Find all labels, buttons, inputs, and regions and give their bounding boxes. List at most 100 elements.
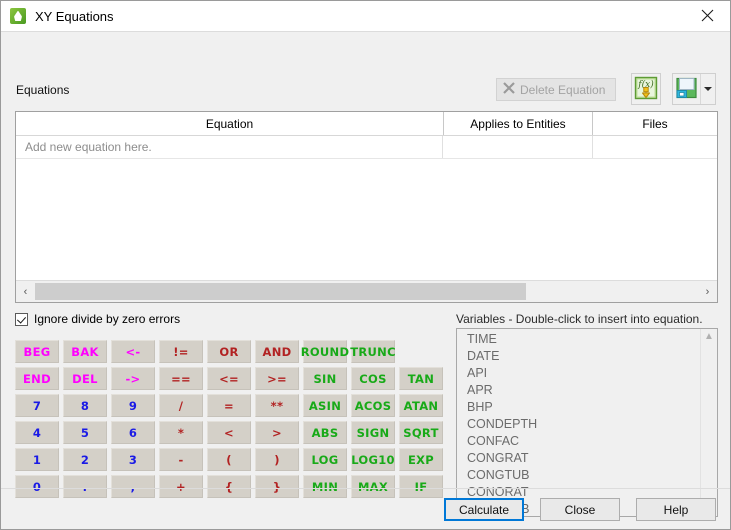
keypad-key-[interactable]: ) (255, 448, 299, 471)
keypad-key-[interactable]: <= (207, 367, 251, 390)
keypad-key-[interactable]: > (255, 421, 299, 444)
variable-list-item[interactable]: CONGTUB (457, 467, 700, 484)
keypad-key-and[interactable]: AND (255, 340, 299, 363)
variable-list-item[interactable]: API (457, 365, 700, 382)
variable-list-item[interactable]: BHP (457, 399, 700, 416)
keypad-key-log10[interactable]: LOG10 (351, 448, 395, 471)
variables-label: Variables - Double-click to insert into … (456, 312, 703, 326)
keypad-key-[interactable]: - (159, 448, 203, 471)
keypad-key-trunc[interactable]: TRUNC (351, 340, 395, 363)
keypad-key-sign[interactable]: SIGN (351, 421, 395, 444)
keypad-key-[interactable]: / (159, 394, 203, 417)
calculate-button[interactable]: Calculate (444, 498, 524, 521)
save-button-group (672, 73, 716, 105)
equation-keypad: BEGBAK<-!=ORANDROUNDTRUNCENDDEL->==<=>=S… (15, 340, 443, 498)
delete-equation-button[interactable]: Delete Equation (496, 78, 616, 101)
column-header-applies-to-entities[interactable]: Applies to Entities (444, 112, 593, 135)
checkbox-box[interactable] (15, 313, 28, 326)
keypad-key-sqrt[interactable]: SQRT (399, 421, 443, 444)
keypad-key-cos[interactable]: COS (351, 367, 395, 390)
grid-body (16, 159, 717, 282)
keypad-key-asin[interactable]: ASIN (303, 394, 347, 417)
variable-list-item[interactable]: CONDEPTH (457, 416, 700, 433)
variable-list-item[interactable]: DATE (457, 348, 700, 365)
new-equation-placeholder-cell[interactable]: Add new equation here. (16, 136, 443, 158)
grid-horizontal-scrollbar[interactable]: ‹ › (16, 280, 717, 302)
keypad-key-[interactable]: >= (255, 367, 299, 390)
keypad-key-[interactable]: . (63, 475, 107, 498)
keypad-key-or[interactable]: OR (207, 340, 251, 363)
footer-buttons: Calculate Close Help (1, 498, 730, 521)
keypad-key-9[interactable]: 9 (111, 394, 155, 417)
column-header-equation[interactable]: Equation (16, 112, 444, 135)
save-button[interactable] (673, 74, 700, 104)
keypad-key-bak[interactable]: BAK (63, 340, 107, 363)
delete-equation-label: Delete Equation (520, 83, 605, 97)
keypad-key-atan[interactable]: ATAN (399, 394, 443, 417)
keypad-key-[interactable]: } (255, 475, 299, 498)
footer-divider (1, 488, 730, 489)
keypad-key-abs[interactable]: ABS (303, 421, 347, 444)
keypad-key-0[interactable]: 0 (15, 475, 59, 498)
keypad-key-5[interactable]: 5 (63, 421, 107, 444)
scroll-right-icon[interactable]: › (698, 281, 717, 302)
ignore-divide-by-zero-checkbox[interactable]: Ignore divide by zero errors (15, 312, 180, 326)
keypad-key-[interactable]: { (207, 475, 251, 498)
variable-list-item[interactable]: TIME (457, 331, 700, 348)
scroll-left-icon[interactable]: ‹ (16, 281, 35, 302)
equations-grid: Equation Applies to Entities Files Add n… (15, 111, 718, 303)
new-equation-entities-cell[interactable] (443, 136, 593, 158)
keypad-key-6[interactable]: 6 (111, 421, 155, 444)
import-function-icon: f(x) (634, 76, 658, 103)
keypad-key-7[interactable]: 7 (15, 394, 59, 417)
keypad-key-[interactable]: -> (111, 367, 155, 390)
keypad-key-[interactable]: = (207, 394, 251, 417)
chevron-down-icon (704, 87, 712, 91)
keypad-key-if[interactable]: IF (399, 475, 443, 498)
keypad-key-[interactable]: ** (255, 394, 299, 417)
keypad-key-3[interactable]: 3 (111, 448, 155, 471)
client-area: Equations Delete Equation f(x) (1, 31, 730, 529)
grid-hscroll-thumb[interactable] (35, 283, 526, 300)
keypad-key-[interactable]: != (159, 340, 203, 363)
keypad-key-[interactable]: <- (111, 340, 155, 363)
keypad-key-log[interactable]: LOG (303, 448, 347, 471)
keypad-key-min[interactable]: MIN (303, 475, 347, 498)
keypad-key-exp[interactable]: EXP (399, 448, 443, 471)
close-icon[interactable] (685, 1, 730, 30)
keypad-key-sin[interactable]: SIN (303, 367, 347, 390)
variable-list-item[interactable]: CONGRAT (457, 450, 700, 467)
keypad-key-[interactable]: ( (207, 448, 251, 471)
keypad-key-beg[interactable]: BEG (15, 340, 59, 363)
keypad-key-tan[interactable]: TAN (399, 367, 443, 390)
new-equation-files-cell[interactable] (593, 136, 717, 158)
keypad-key-blank (399, 340, 443, 363)
keypad-key-4[interactable]: 4 (15, 421, 59, 444)
keypad-key-[interactable]: < (207, 421, 251, 444)
keypad-key-del[interactable]: DEL (63, 367, 107, 390)
variable-list-item[interactable]: CONFAC (457, 433, 700, 450)
keypad-key-round[interactable]: ROUND (303, 340, 347, 363)
import-function-button[interactable]: f(x) (631, 73, 661, 105)
keypad-key-[interactable]: + (159, 475, 203, 498)
window-title: XY Equations (35, 9, 114, 24)
save-dropdown-button[interactable] (700, 74, 715, 104)
keypad-key-[interactable]: , (111, 475, 155, 498)
keypad-key-end[interactable]: END (15, 367, 59, 390)
title-bar: XY Equations (1, 1, 730, 31)
grid-hscroll-track[interactable] (35, 281, 698, 302)
help-button[interactable]: Help (636, 498, 716, 521)
chevron-up-icon[interactable]: ▲ (704, 332, 714, 342)
keypad-key-[interactable]: * (159, 421, 203, 444)
keypad-key-[interactable]: == (159, 367, 203, 390)
keypad-key-2[interactable]: 2 (63, 448, 107, 471)
variable-list-item[interactable]: APR (457, 382, 700, 399)
grid-new-equation-row[interactable]: Add new equation here. (16, 136, 717, 159)
keypad-key-1[interactable]: 1 (15, 448, 59, 471)
grid-header-row: Equation Applies to Entities Files (16, 112, 717, 136)
keypad-key-acos[interactable]: ACOS (351, 394, 395, 417)
close-button[interactable]: Close (540, 498, 620, 521)
column-header-files[interactable]: Files (593, 112, 717, 135)
keypad-key-8[interactable]: 8 (63, 394, 107, 417)
keypad-key-max[interactable]: MAX (351, 475, 395, 498)
